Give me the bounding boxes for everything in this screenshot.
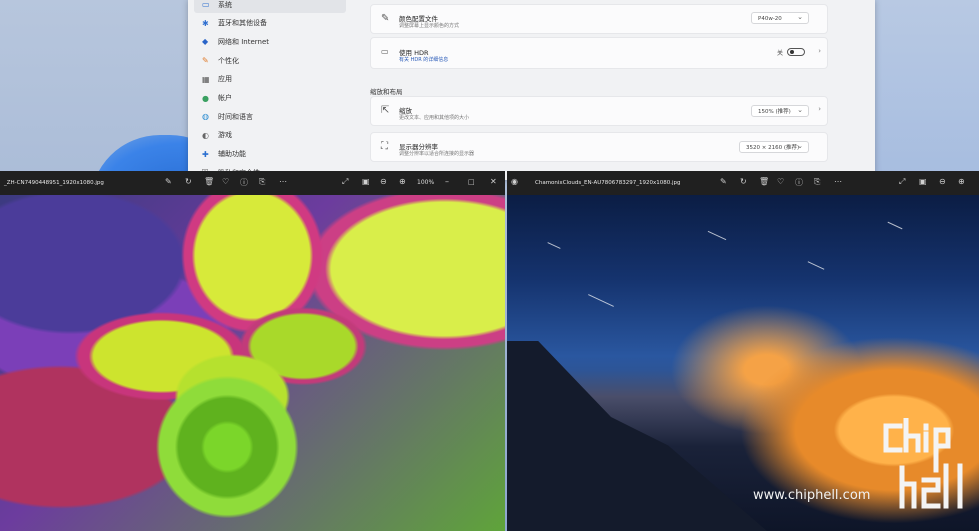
hdr-link[interactable]: 有关 HDR 的详细信息 (399, 56, 448, 63)
edit-icon[interactable]: ✎ (165, 177, 172, 186)
star-streak (547, 242, 561, 249)
nav-item-label: 蓝牙和其他设备 (218, 19, 267, 28)
zoom-level: 100% (417, 179, 435, 186)
delete-icon[interactable]: 🗑 (759, 177, 769, 186)
hdr-icon: ▭ (381, 47, 389, 56)
info-icon[interactable]: ⓘ (795, 177, 803, 188)
fit-icon[interactable]: ▣ (919, 177, 927, 186)
nav-item-label: 系统 (218, 0, 232, 9)
nav-item[interactable]: ◐ 游戏 (194, 127, 346, 144)
scale-dropdown[interactable]: 150% (推荐) (751, 104, 809, 117)
bluetooth-icon: ✱ (202, 18, 209, 28)
settings-window: ▭ 系统 ✱ 蓝牙和其他设备 ◆ 网络和 Internet ✎ 个性化 ▦ 应用 ● 帐户 ◍ 时间和语言… (188, 0, 875, 180)
maximize-icon[interactable]: □ (468, 178, 475, 186)
resolution-subtitle: 调整分辨率以适合所连接的显示器 (399, 151, 475, 157)
share-icon[interactable]: ⎘ (814, 177, 820, 187)
mountain-ridge (507, 341, 767, 531)
nav-item[interactable]: ▦ 应用 (194, 71, 346, 88)
section-title: 缩放和布局 (370, 88, 403, 96)
scale-card[interactable]: ⇱ 缩放 更改文本、应用和其他项的大小 150% (推荐) › (370, 96, 828, 126)
more-icon[interactable]: ⋯ (279, 177, 287, 186)
chiphell-logo (883, 418, 963, 509)
account-icon: ● (202, 93, 209, 103)
system-icon: ▭ (202, 0, 210, 9)
nav-item-label: 个性化 (218, 56, 239, 65)
minimize-icon[interactable]: – (445, 177, 449, 186)
chevron-right-icon: › (818, 105, 821, 113)
scale-subtitle: 更改文本、应用和其他项的大小 (399, 115, 470, 121)
gamepad-icon: ◐ (202, 130, 209, 140)
rotate-icon[interactable]: ↻ (740, 177, 747, 186)
favorite-icon[interactable]: ♡ (222, 177, 229, 186)
info-icon[interactable]: ⓘ (240, 177, 248, 188)
zoom-in-icon[interactable]: ⊕ (958, 177, 965, 186)
wallpaper-edge (869, 0, 979, 175)
more-icon[interactable]: ⋯ (834, 177, 842, 186)
fullscreen-icon[interactable]: ⤢ (342, 177, 348, 187)
nav-item[interactable]: ◍ 时间和语言 (194, 108, 346, 125)
file-name: ChamonixClouds_EN-AU7806783297_1920x1080… (535, 180, 681, 186)
nav-item-label: 帐户 (218, 94, 232, 102)
star-streak (707, 230, 727, 241)
scale-icon: ⇱ (381, 105, 390, 116)
nav-item[interactable]: ▭ 系统 (194, 0, 346, 13)
rotate-icon[interactable]: ↻ (185, 177, 192, 186)
resolution-icon: ⛶ (381, 141, 388, 152)
zoom-out-icon[interactable]: ⊖ (939, 177, 946, 186)
color-profile-card[interactable]: ✎ 颜色配置文件 调整屏幕上显示颜色的方式 P40w-20 (370, 4, 828, 34)
nav-item[interactable]: ● 帐户 (194, 90, 346, 107)
settings-nav: ▭ 系统 ✱ 蓝牙和其他设备 ◆ 网络和 Internet ✎ 个性化 ▦ 应用 ● 帐户 ◍ 时间和语言… (188, 0, 358, 180)
wifi-icon: ◆ (202, 37, 209, 47)
close-icon[interactable]: ✕ (490, 177, 497, 186)
globe-icon: ◍ (202, 112, 209, 122)
zoom-out-icon[interactable]: ⊖ (380, 177, 387, 186)
brush-icon: ✎ (381, 13, 390, 24)
color-profile-subtitle: 调整屏幕上显示颜色的方式 (399, 23, 460, 29)
star-streak (588, 294, 614, 307)
file-name: _ZH-CN7490448951_1920x1080.jpg (4, 180, 104, 186)
viewer-titlebar: _ZH-CN7490448951_1920x1080.jpg ✎ ↻ 🗑 ♡ ⓘ… (0, 171, 505, 195)
brush-icon: ✎ (202, 56, 209, 66)
apps-icon: ▦ (202, 74, 210, 84)
nav-item[interactable]: ◆ 网络和 Internet (194, 33, 346, 50)
chevron-right-icon: › (818, 47, 821, 55)
hdr-card[interactable]: ▭ 使用 HDR 有关 HDR 的详细信息 关 › (370, 37, 828, 69)
color-profile-dropdown[interactable]: P40w-20 (751, 11, 809, 24)
star-streak (887, 221, 903, 230)
watermark-url: www.chiphell.com (753, 488, 871, 503)
nav-item-label: 辅助功能 (218, 150, 246, 159)
nav-item[interactable]: ✎ 个性化 (194, 52, 346, 69)
nav-item-label: 应用 (218, 75, 232, 84)
nav-item-label: 网络和 Internet (218, 37, 270, 46)
viewer-titlebar: ◉ ChamonixClouds_EN-AU7806783297_1920x10… (507, 171, 979, 195)
nav-item[interactable]: ✱ 蓝牙和其他设备 (194, 15, 346, 32)
resolution-dropdown[interactable]: 3520 × 2160 (推荐) (739, 140, 809, 153)
share-icon[interactable]: ⎘ (259, 177, 265, 187)
resolution-card[interactable]: ⛶ 显示器分辨率 调整分辨率以适合所连接的显示器 3520 × 2160 (推荐… (370, 132, 828, 162)
nav-item-label: 游戏 (218, 131, 232, 140)
hdr-toggle[interactable] (787, 48, 805, 56)
delete-icon[interactable]: 🗑 (204, 177, 214, 186)
edit-icon[interactable]: ✎ (720, 177, 727, 186)
accessibility-icon: ✚ (202, 149, 209, 159)
photos-app-icon: ◉ (511, 177, 518, 186)
zoom-in-icon[interactable]: ⊕ (399, 177, 406, 186)
nav-item[interactable]: ✚ 辅助功能 (194, 146, 346, 163)
photo-viewer-left: _ZH-CN7490448951_1920x1080.jpg ✎ ↻ 🗑 ♡ ⓘ… (0, 171, 505, 531)
fit-icon[interactable]: ▣ (362, 177, 370, 186)
star-streak (807, 261, 825, 270)
favorite-icon[interactable]: ♡ (777, 177, 784, 186)
succulent-photo (0, 195, 505, 531)
nav-item-label: 时间和语言 (218, 112, 253, 121)
fullscreen-icon[interactable]: ⤢ (899, 177, 905, 187)
hdr-toggle-label: 关 (776, 50, 783, 57)
